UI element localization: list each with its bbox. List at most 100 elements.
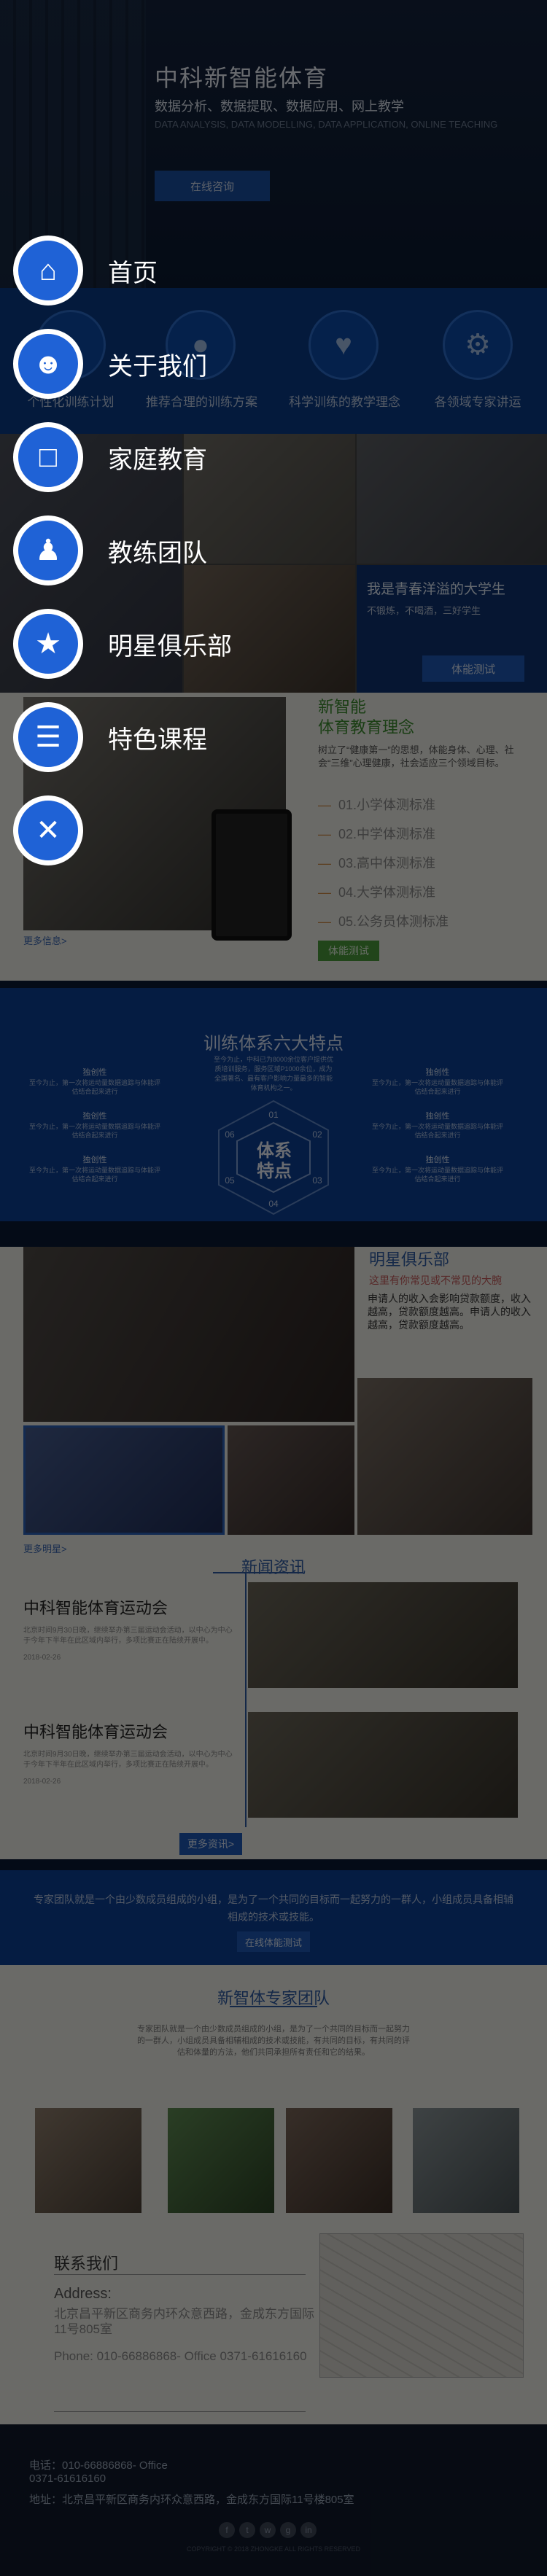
book-icon: □ <box>13 422 83 492</box>
cheers-icon: ★ <box>13 609 83 679</box>
news-item-date: 2018-02-26 <box>23 1778 61 1786</box>
menu-item-family-education[interactable]: □ 家庭教育 <box>13 422 207 492</box>
menu-close-button[interactable]: ✕ <box>13 795 83 865</box>
team-icon: ♟ <box>13 515 83 585</box>
standard-label: 04.大学体测标准 <box>338 885 436 900</box>
standard-label: 05.公务员体测标准 <box>338 914 449 929</box>
menu-item-label: 明星俱乐部 <box>108 632 232 661</box>
news-title: 新闻资讯 <box>241 1558 306 1576</box>
menu-item-star-club[interactable]: ★ 明星俱乐部 <box>13 609 232 679</box>
standard-item[interactable]: — 05.公务员体测标准 <box>318 911 449 930</box>
feature-card-text: 至今为止，第一次将运动量数据追踪与体能评估结合起来进行 <box>29 1167 161 1183</box>
news-item-image[interactable] <box>248 1712 518 1818</box>
photo-meeting <box>357 434 547 564</box>
expert-photo[interactable] <box>413 2108 519 2214</box>
concept-text: 树立了“健康第一”的思想，体能身体、心理、社会“三维”心理健康，社会适应三个领域… <box>318 744 514 768</box>
feature-number: 02 <box>312 1129 322 1140</box>
standard-item[interactable]: — 03.高中体测标准 <box>318 853 435 872</box>
feature-card-title: 独创性 <box>425 1112 450 1121</box>
menu-item-home[interactable]: ⌂ 首页 <box>13 236 158 306</box>
expert-photo[interactable] <box>168 2108 274 2214</box>
location-map[interactable] <box>319 2233 524 2378</box>
social-icon[interactable]: w <box>260 2522 276 2538</box>
menu-item-featured-courses[interactable]: ☰ 特色课程 <box>13 702 207 772</box>
footer-address: 地址：北京昌平新区商务内环众意西路，金成东方国际11号楼805室 <box>29 2494 354 2506</box>
more-news-button[interactable]: 更多资讯> <box>179 1833 242 1855</box>
social-icon[interactable]: in <box>300 2522 317 2538</box>
fitness-test-button[interactable]: 体能测试 <box>422 655 524 682</box>
close-icon: ✕ <box>13 795 83 865</box>
menu-item-label: 首页 <box>108 259 158 287</box>
star-club-section: 明星俱乐部 这里有你常见或不常见的大腕 申请人的收入会影响贷款额度，收入越高，贷… <box>0 1247 547 1554</box>
concept-title: 新智能 体育教育理念 <box>318 698 415 736</box>
hero-english-subtitle: DATA ANALYSIS, DATA MODELLING, DATA APPL… <box>155 119 498 130</box>
home-icon: ⌂ <box>13 236 83 306</box>
feature-number: 01 <box>268 1110 279 1120</box>
user-icon: ☻ <box>13 329 83 399</box>
footer-phone: 电话：010-66886868- Office 0371-61616160 <box>29 2459 168 2485</box>
social-icon[interactable]: t <box>239 2522 255 2538</box>
expert-photo[interactable] <box>35 2108 141 2214</box>
feature-item[interactable]: ⚙ 各领域专家讲运 <box>423 310 532 410</box>
news-item[interactable]: 中科智能体育运动会 北京时间9月30日晚，继续举办第三届运动会活动，以中心为中心… <box>23 1719 236 1786</box>
menu-item-about[interactable]: ☻ 关于我们 <box>13 329 207 399</box>
star-club-text: 申请人的收入会影响贷款额度，收入越高，贷款额度越高。申请人的收入越高，贷款额度越… <box>368 1293 531 1331</box>
footer: 电话：010-66886868- Office 0371-61616160 地址… <box>0 2424 547 2576</box>
news-item[interactable]: 中科智能体育运动会 北京时间9月30日晚，继续举办第三届运动会活动，以中心为中心… <box>23 1595 236 1662</box>
page: 中科新智能体育 数据分析、数据提取、数据应用、网上教学 DATA ANALYSI… <box>0 0 547 2576</box>
expert-team-text: 专家团队就是一个由少数成员组成的小组，是为了一个共同的目标而一起努力的一群人，小… <box>137 2025 410 2057</box>
club-photo <box>228 1425 354 1535</box>
expert-photo[interactable] <box>286 2108 392 2214</box>
heart-hand-icon: ♥ <box>309 310 379 380</box>
divider <box>54 2274 306 2275</box>
feature-card-right: 独创性 至今为止，第一次将运动量数据追踪与体能评估结合起来进行 <box>372 1112 503 1140</box>
news-item-title: 中科智能体育运动会 <box>23 1599 168 1617</box>
feature-card-left: 独创性至今为止，第一次将运动量数据追踪与体能评估结合起来进行 <box>29 1112 160 1140</box>
standard-item[interactable]: — 01.小学体测标准 <box>318 795 435 814</box>
six-features-center: 体系 特点 <box>257 1141 292 1181</box>
online-fitness-test-button[interactable]: 在线体能测试 <box>237 1931 310 1952</box>
feature-number: 06 <box>225 1129 235 1140</box>
menu-item-label: 关于我们 <box>108 352 207 381</box>
feature-item[interactable]: ♥ 科学训练的教学理念 <box>289 310 400 410</box>
caption-title: 我是青春洋溢的大学生 <box>367 582 506 597</box>
feature-number: 04 <box>268 1199 279 1209</box>
feature-card-title: 独创性 <box>425 1156 450 1164</box>
news-item-desc: 北京时间9月30日晚，继续举办第三届运动会活动，以中心为中心于今年下半年在此区域… <box>23 1751 233 1769</box>
feature-card-left: 独创性 至今为止，第一次将运动量数据追踪与体能评估结合起来进行 <box>29 1068 160 1096</box>
news-section: 新闻资讯 中科智能体育运动会 北京时间9月30日晚，继续举办第三届运动会活动，以… <box>0 1553 547 1859</box>
divider <box>245 1572 247 1827</box>
feature-card-title: 独创性 <box>82 1112 107 1121</box>
six-features-title: 训练体系六大特点 <box>203 1034 344 1054</box>
gymnast-photo[interactable] <box>23 1425 225 1535</box>
social-icon[interactable]: f <box>219 2522 235 2538</box>
menu-item-label: 教练团队 <box>108 539 207 567</box>
six-features-desc: 至今为止，中科已为8000余位客户提供优质培训服务，服务区域P1000余位，成为… <box>213 1056 334 1092</box>
standard-item[interactable]: — 04.大学体测标准 <box>318 882 435 901</box>
divider <box>54 2411 306 2412</box>
address-value: 北京昌平新区商务内环众意西路，金成东方国际11号805室 <box>54 2307 314 2336</box>
feature-card-text: 至今为止，第一次将运动量数据追踪与体能评估结合起来进行 <box>29 1123 161 1139</box>
news-item-image[interactable] <box>248 1582 518 1688</box>
news-item-date: 2018-02-26 <box>23 1654 61 1662</box>
feature-card-title: 独创性 <box>82 1068 107 1077</box>
standard-label: 02.中学体测标准 <box>338 827 436 841</box>
feature-label: 各领域专家讲运 <box>434 395 521 409</box>
standard-label: 03.高中体测标准 <box>338 856 436 871</box>
online-consult-button[interactable]: 在线咨询 <box>155 171 270 201</box>
team-banner-text: 专家团队就是一个由少数成员组成的小组，是为了一个共同的目标而一起努力的一群人，小… <box>34 1894 513 1923</box>
standard-item[interactable]: — 02.中学体测标准 <box>318 824 435 843</box>
menu-item-coach-team[interactable]: ♟ 教练团队 <box>13 515 207 585</box>
concept-fitness-test-button[interactable]: 体能测试 <box>318 941 379 961</box>
standard-label: 01.小学体测标准 <box>338 798 436 812</box>
feature-card-right: 独创性 至今为止，第一次将运动量数据追踪与体能评估结合起来进行 <box>372 1156 503 1183</box>
six-features-section: 训练体系六大特点 至今为止，中科已为8000余位客户提供优质培训服务，服务区域P… <box>0 988 547 1221</box>
more-info-link[interactable]: 更多信息> <box>23 933 67 947</box>
feature-number: 03 <box>312 1175 322 1186</box>
dash-icon: — <box>318 827 331 841</box>
phone-value: Phone: 010-66886868- Office 0371-6161616… <box>54 2349 307 2363</box>
feature-label: 科学训练的教学理念 <box>289 395 400 409</box>
dash-icon: — <box>318 885 331 900</box>
social-icons: f t w g in <box>219 2522 317 2538</box>
social-icon[interactable]: g <box>280 2522 296 2538</box>
